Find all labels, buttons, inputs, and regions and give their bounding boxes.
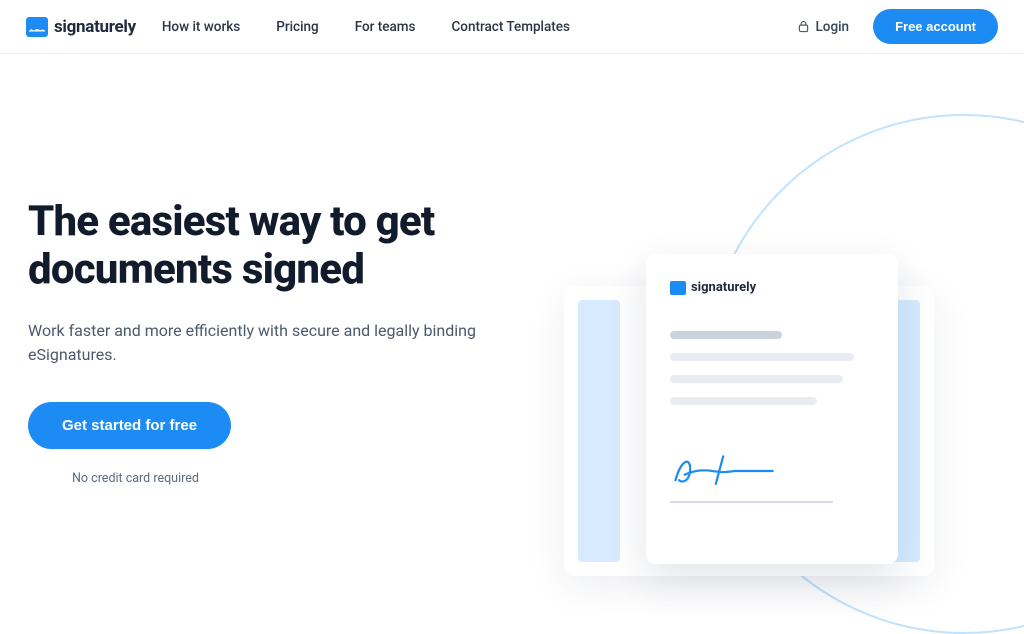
doc-placeholder-line [670, 331, 782, 339]
hero-section: The easiest way to get documents signed … [0, 54, 1024, 505]
hero-subtitle: Work faster and more efficiently with se… [28, 319, 488, 369]
get-started-button[interactable]: Get started for free [28, 402, 231, 449]
nav-link-pricing[interactable]: Pricing [276, 19, 318, 35]
free-account-button[interactable]: Free account [873, 9, 998, 44]
lock-icon [798, 20, 809, 33]
document-front-card: signaturely [646, 254, 898, 564]
nav-link-contract-templates[interactable]: Contract Templates [451, 19, 569, 35]
doc-placeholder-line [670, 353, 854, 361]
doc-brand-logo: signaturely [670, 280, 874, 295]
hero-title-line2: documents signed [28, 245, 364, 294]
nav-link-for-teams[interactable]: For teams [355, 19, 416, 35]
login-link[interactable]: Login [798, 19, 850, 35]
signature-line [670, 501, 833, 503]
nav-right: Login Free account [798, 9, 998, 44]
brand-logo[interactable]: signaturely [26, 17, 136, 37]
top-nav: signaturely How it works Pricing For tea… [0, 0, 1024, 54]
signature-area [670, 451, 874, 503]
nav-link-how-it-works[interactable]: How it works [162, 19, 240, 35]
hero-title-line1: The easiest way to get [28, 197, 434, 246]
brand-logo-icon [26, 17, 48, 37]
document-illustration: signaturely [564, 254, 964, 564]
doc-placeholder-line [670, 375, 843, 383]
doc-brand-name: signaturely [691, 280, 756, 295]
brand-name: signaturely [54, 17, 136, 37]
doc-back-stripe-left [578, 300, 620, 562]
login-label: Login [816, 19, 850, 35]
nav-links: How it works Pricing For teams Contract … [162, 19, 570, 35]
signature-icon [670, 451, 780, 491]
doc-brand-logo-icon [670, 281, 686, 295]
hero-title: The easiest way to get documents signed [28, 198, 548, 295]
doc-placeholder-line [670, 397, 817, 405]
